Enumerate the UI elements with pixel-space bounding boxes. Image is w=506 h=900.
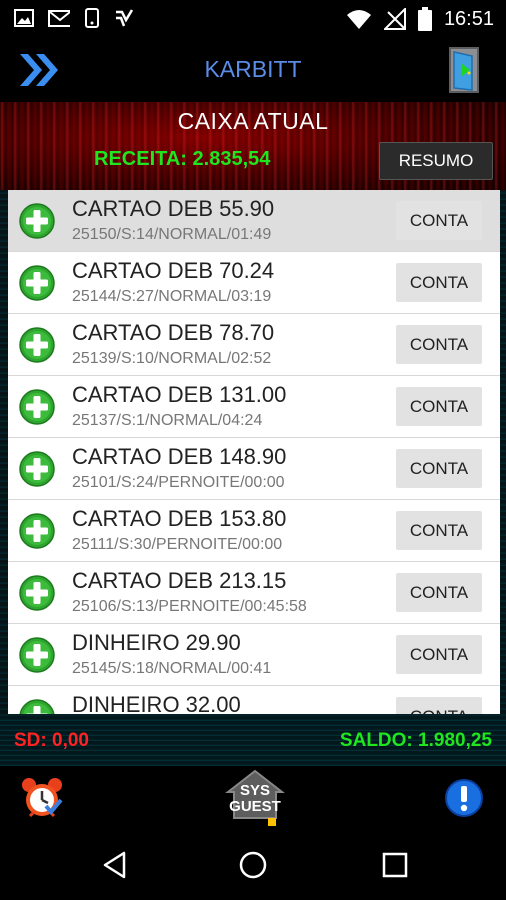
item-title: CARTAO DEB 55.90	[72, 196, 275, 221]
plus-icon[interactable]	[19, 575, 55, 611]
image-icon	[14, 9, 34, 27]
check-app-icon	[116, 9, 134, 27]
item-title: DINHEIRO 32.00	[72, 692, 241, 714]
plus-icon[interactable]	[19, 265, 55, 301]
sd-total: SD: 0,00	[14, 730, 89, 751]
plus-icon[interactable]	[19, 327, 55, 363]
conta-button[interactable]: CONTA	[396, 387, 482, 426]
list-item[interactable]: CARTAO DEB 55.90 25150/S:14/NORMAL/01:49 C…	[8, 190, 500, 252]
item-title: CARTAO DEB 213.15	[72, 568, 287, 593]
list-item[interactable]: CARTAO DEB 153.80 25111/S:30/PERNOITE/00:…	[8, 500, 500, 562]
status-bar: 16:51	[0, 0, 506, 38]
gmail-icon	[48, 10, 70, 27]
recents-icon[interactable]	[380, 850, 410, 880]
totals-bar: SD: 0,00 SALDO: 1.980,25	[0, 716, 506, 766]
system-icons: 16:51	[346, 7, 494, 31]
item-details: 25145/S:18/NORMAL/00:41	[72, 660, 272, 677]
resumo-button[interactable]: RESUMO	[379, 142, 493, 180]
no-signal-icon	[383, 8, 406, 30]
list-item[interactable]: CARTAO DEB 213.15 25106/S:13/PERNOITE/00:…	[8, 562, 500, 624]
transactions-panel: CARTAO DEB 55.90 25150/S:14/NORMAL/01:49 C…	[0, 190, 506, 716]
sysguest-logo: SYS GUEST	[225, 769, 285, 826]
conta-button[interactable]: CONTA	[396, 263, 482, 302]
conta-button[interactable]: CONTA	[396, 511, 482, 550]
item-details: 25111/S:30/PERNOITE/00:00	[72, 536, 283, 553]
item-details: 25144/S:27/NORMAL/03:19	[72, 288, 272, 305]
list-item[interactable]: CARTAO DEB 131.00 25137/S:1/NORMAL/04:24 C…	[8, 376, 500, 438]
item-details: 25139/S:10/NORMAL/02:52	[72, 350, 272, 367]
list-item[interactable]: CARTAO DEB 148.90 25101/S:24/PERNOITE/00:…	[8, 438, 500, 500]
cash-header: CAIXA ATUAL RECEITA: 2.835,54 RESUMO	[0, 102, 506, 192]
notification-icons	[14, 8, 134, 28]
clock: 16:51	[443, 7, 494, 30]
plus-icon[interactable]	[19, 699, 55, 714]
list-item[interactable]: CARTAO DEB 78.70 25139/S:10/NORMAL/02:52 C…	[8, 314, 500, 376]
conta-button[interactable]: CONTA	[396, 449, 482, 488]
logo-text-bottom: GUEST	[229, 798, 281, 815]
item-details: 25106/S:13/PERNOITE/00:45:58	[72, 598, 307, 615]
transactions-list[interactable]: CARTAO DEB 55.90 25150/S:14/NORMAL/01:49 C…	[8, 190, 500, 714]
conta-button[interactable]: CONTA	[396, 697, 482, 714]
item-title: CARTAO DEB 131.00	[72, 382, 287, 407]
conta-button[interactable]: CONTA	[396, 201, 482, 240]
item-details: 25137/S:1/NORMAL/04:24	[72, 412, 263, 429]
list-item[interactable]: CARTAO DEB 70.24 25144/S:27/NORMAL/03:19 C…	[8, 252, 500, 314]
plus-icon[interactable]	[19, 513, 55, 549]
app-title: KARBITT	[204, 56, 302, 82]
alert-info-icon[interactable]	[444, 778, 484, 818]
item-title: CARTAO DEB 70.24	[72, 258, 275, 283]
conta-button[interactable]: CONTA	[396, 635, 482, 674]
door-exit-icon[interactable]	[448, 46, 484, 94]
wifi-icon	[346, 10, 371, 29]
home-icon[interactable]	[238, 850, 268, 880]
page-title: CAIXA ATUAL	[177, 108, 329, 134]
item-title: CARTAO DEB 153.80	[72, 506, 287, 531]
plus-icon[interactable]	[19, 637, 55, 673]
list-item[interactable]: DINHEIRO 32.00 CONTA	[8, 686, 500, 714]
item-title: CARTAO DEB 148.90	[72, 444, 287, 469]
item-title: CARTAO DEB 78.70	[72, 320, 275, 345]
item-title: DINHEIRO 29.90	[72, 630, 241, 655]
system-nav-bar	[0, 828, 506, 900]
conta-button[interactable]: CONTA	[396, 573, 482, 612]
plus-icon[interactable]	[19, 389, 55, 425]
battery-icon	[417, 7, 432, 31]
item-details: 25150/S:14/NORMAL/01:49	[72, 226, 272, 243]
receita-total: RECEITA: 2.835,54	[94, 148, 271, 170]
alarm-clock-icon[interactable]	[20, 776, 64, 820]
saldo-total: SALDO: 1.980,25	[339, 730, 492, 751]
conta-button[interactable]: CONTA	[396, 325, 482, 364]
list-item[interactable]: DINHEIRO 29.90 25145/S:18/NORMAL/00:41 CON…	[8, 624, 500, 686]
plus-icon[interactable]	[19, 451, 55, 487]
plus-icon[interactable]	[19, 203, 55, 239]
phone-icon	[85, 8, 99, 28]
bottom-toolbar: SYS GUEST	[0, 766, 506, 828]
back-icon[interactable]	[100, 850, 130, 880]
app-bar: KARBITT	[0, 38, 506, 102]
item-details: 25101/S:24/PERNOITE/00:00	[72, 474, 285, 491]
logo-text-top: SYS	[240, 782, 270, 799]
